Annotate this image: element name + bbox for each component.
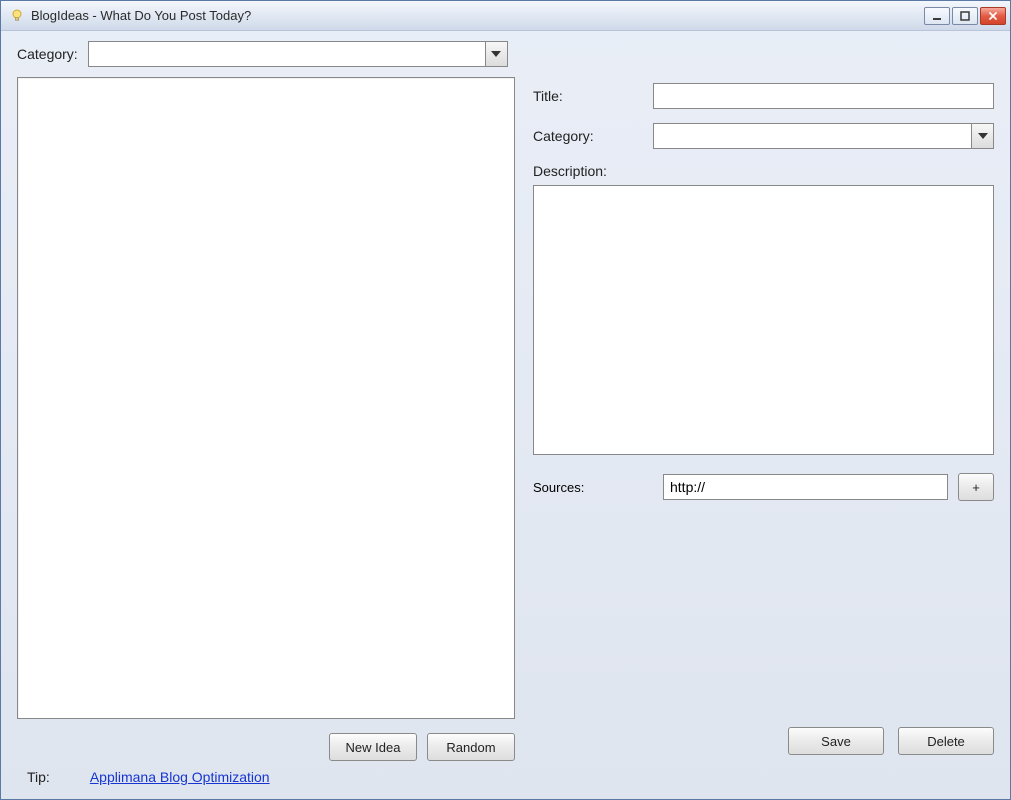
window-title: BlogIdeas - What Do You Post Today? — [31, 8, 924, 23]
tip-link[interactable]: Applimana Blog Optimization — [90, 769, 270, 785]
detail-category-row: Category: — [533, 123, 994, 149]
save-button[interactable]: Save — [788, 727, 884, 755]
app-window: BlogIdeas - What Do You Post Today? Cate… — [0, 0, 1011, 800]
maximize-button[interactable] — [952, 7, 978, 25]
minimize-button[interactable] — [924, 7, 950, 25]
window-controls — [924, 7, 1006, 25]
tip-label: Tip: — [27, 769, 50, 785]
right-column: Title: Category: Description: Sources — [533, 77, 994, 761]
delete-button[interactable]: Delete — [898, 727, 994, 755]
detail-category-combo[interactable] — [653, 123, 994, 149]
main-area: New Idea Random Title: Category: — [17, 77, 994, 761]
detail-category-input[interactable] — [654, 124, 971, 148]
left-buttons: New Idea Random — [17, 733, 515, 761]
sources-input[interactable] — [663, 474, 948, 500]
sources-row: Sources: + — [533, 473, 994, 501]
titlebar: BlogIdeas - What Do You Post Today? — [1, 1, 1010, 31]
chevron-down-icon[interactable] — [971, 124, 993, 148]
left-column: New Idea Random — [17, 77, 515, 761]
add-source-button[interactable]: + — [958, 473, 994, 501]
filter-category-combo[interactable] — [88, 41, 508, 67]
detail-category-label: Category: — [533, 128, 653, 144]
filter-row: Category: — [17, 41, 994, 67]
right-buttons: Save Delete — [533, 707, 994, 761]
title-input[interactable] — [653, 83, 994, 109]
lightbulb-icon — [9, 8, 25, 24]
filter-category-label: Category: — [17, 46, 78, 62]
title-label: Title: — [533, 88, 653, 104]
filter-category-input[interactable] — [89, 42, 485, 66]
client-area: Category: New Idea Random Title: — [1, 31, 1010, 799]
title-row: Title: — [533, 83, 994, 109]
random-button[interactable]: Random — [427, 733, 515, 761]
description-textarea[interactable] — [533, 185, 994, 455]
sources-label: Sources: — [533, 480, 653, 495]
new-idea-button[interactable]: New Idea — [329, 733, 417, 761]
close-button[interactable] — [980, 7, 1006, 25]
description-label: Description: — [533, 163, 994, 179]
ideas-listbox[interactable] — [17, 77, 515, 719]
chevron-down-icon[interactable] — [485, 42, 507, 66]
footer: Tip: Applimana Blog Optimization — [17, 761, 994, 787]
